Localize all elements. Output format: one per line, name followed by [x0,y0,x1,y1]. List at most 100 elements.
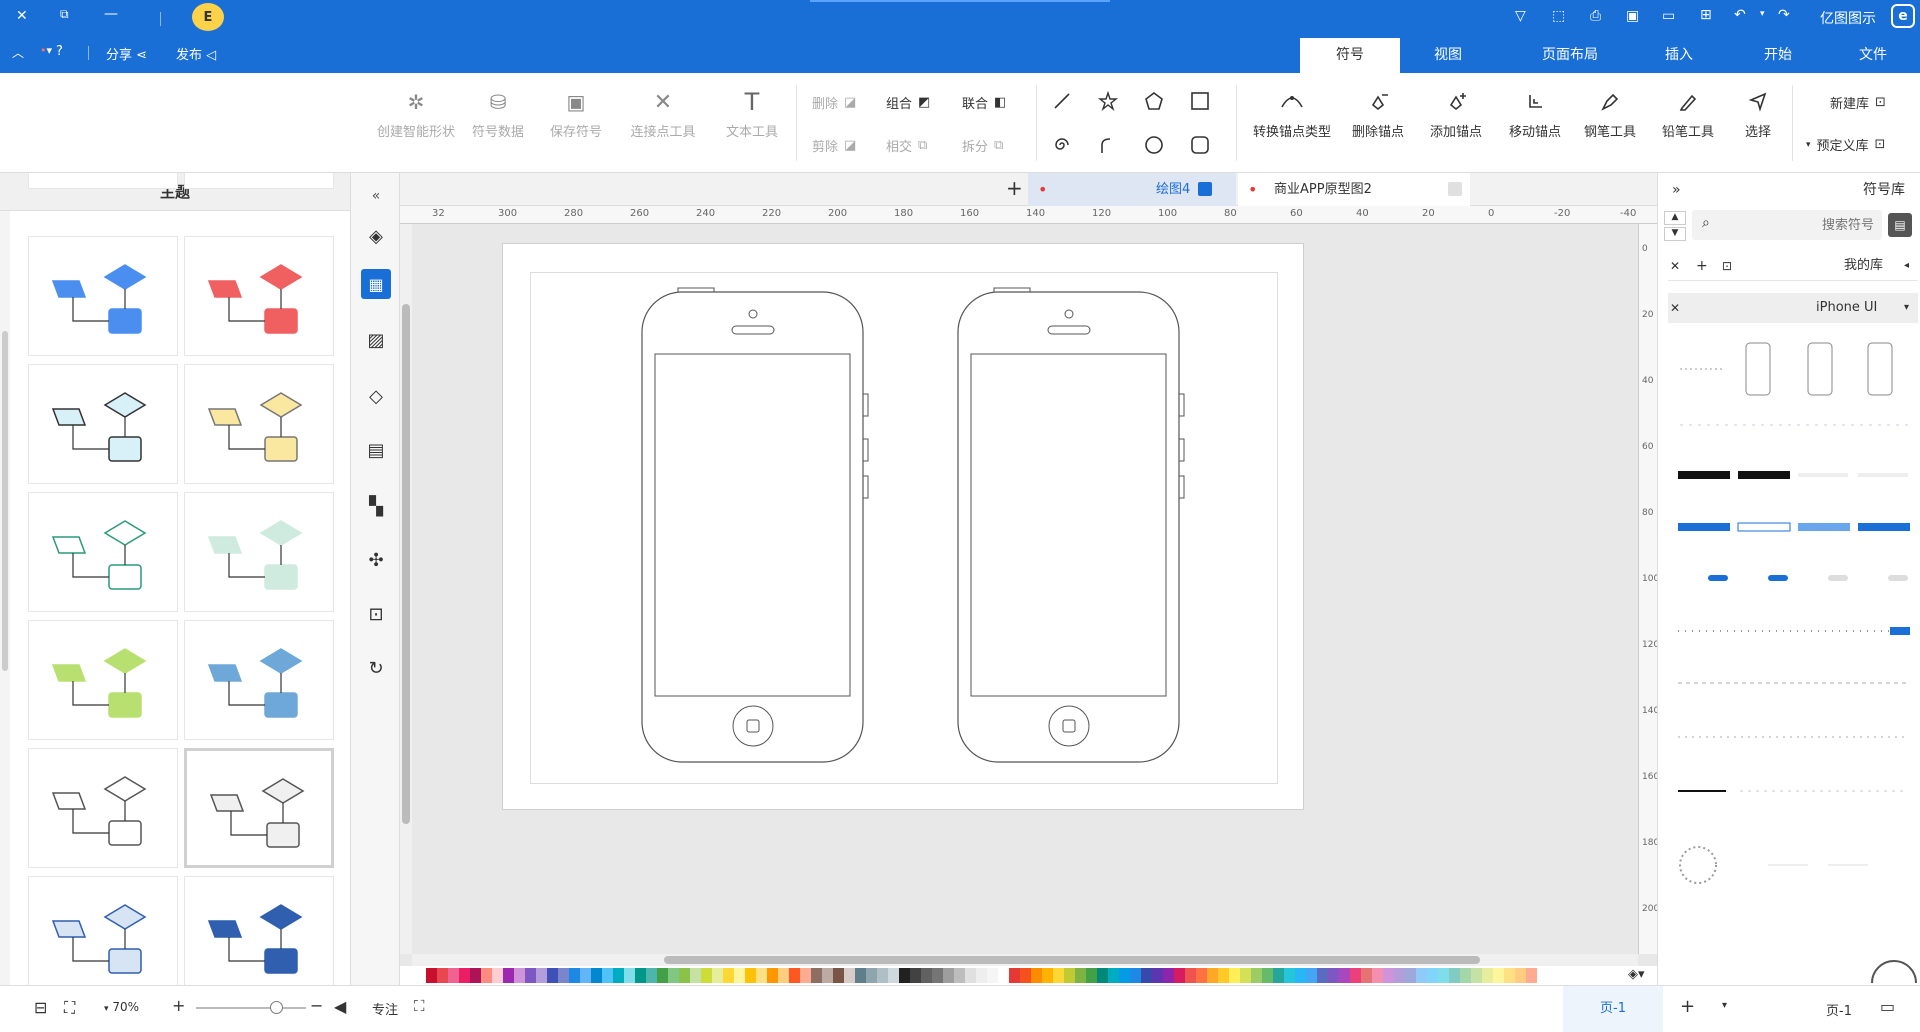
color-swatch[interactable] [833,968,844,983]
split-button[interactable]: 拆分 ⧉ [962,136,1003,155]
color-swatch[interactable] [1284,968,1295,983]
color-swatch[interactable] [1009,968,1020,983]
color-swatch[interactable] [448,968,459,983]
undo-icon[interactable]: ↶ [1734,7,1746,23]
doc-tab-prototype[interactable]: • 商业APP原型图2 [1238,173,1470,206]
color-swatch[interactable] [1339,968,1350,983]
color-swatch[interactable] [987,968,998,983]
color-swatch[interactable] [1163,968,1174,983]
color-swatch[interactable] [822,968,833,983]
color-swatch[interactable] [1504,968,1515,983]
color-swatch[interactable] [1229,968,1240,983]
select-tool-button[interactable]: 选择 [1728,89,1788,140]
color-swatch[interactable] [778,968,789,983]
intersect-button[interactable]: 相交 ⧉ [886,136,927,155]
account-avatar[interactable]: E [192,3,224,31]
theme-card[interactable] [28,492,178,612]
color-swatch[interactable] [701,968,712,983]
zoom-out-button[interactable]: − [310,996,323,1015]
iphone-ui-library-row[interactable]: ✕ iPhone UI ▾ [1668,293,1918,323]
theme-card[interactable] [28,876,178,996]
color-swatch[interactable] [1350,968,1361,983]
color-swatch[interactable] [481,968,492,983]
my-library-row[interactable]: ✕ + ⊡ 我的库 ◂ [1668,251,1918,281]
pencil-tool-button[interactable]: 铅笔工具 [1650,89,1726,140]
undo-dropdown-icon[interactable]: ▾ [1760,9,1765,19]
color-swatch[interactable] [998,968,1009,983]
color-swatch[interactable] [734,968,745,983]
horizontal-scrollbar-thumb[interactable] [664,956,1480,964]
theme-card[interactable] [184,620,334,740]
color-swatch[interactable] [1273,968,1284,983]
color-swatch[interactable] [1108,968,1119,983]
image-icon[interactable]: ▨ [361,325,391,355]
color-swatch[interactable] [635,968,646,983]
restore-window-button[interactable]: ⧉ [60,7,69,22]
color-swatch[interactable] [602,968,613,983]
color-swatch[interactable] [1526,968,1537,983]
move-anchor-button[interactable]: 移动锚点 [1497,89,1573,140]
theme-card[interactable] [184,748,334,868]
page-view-icon[interactable]: ▭ [1880,997,1895,1016]
color-swatch[interactable] [943,968,954,983]
tab-insert[interactable]: 插入 [1646,38,1712,73]
open-icon[interactable]: ▭ [1662,8,1675,24]
color-swatch[interactable] [591,968,602,983]
theme-card[interactable] [28,364,178,484]
new-library-button[interactable]: 新建库 ⊡ [1830,93,1886,112]
color-swatch[interactable] [1460,968,1471,983]
subtract-button[interactable]: 删除 ◪ [812,93,856,112]
color-swatch[interactable] [844,968,855,983]
color-swatch[interactable] [679,968,690,983]
puzzle-icon[interactable]: ▚ [361,491,391,521]
color-swatch[interactable] [1317,968,1328,983]
close-icon[interactable]: ✕ [1670,293,1680,323]
color-swatch[interactable] [1086,968,1097,983]
color-swatch[interactable] [1449,968,1460,983]
circle-shape-icon[interactable] [1144,135,1164,155]
color-swatch[interactable] [1064,968,1075,983]
new-icon[interactable]: ⊞ [1700,7,1712,23]
color-swatch[interactable] [558,968,569,983]
share-button[interactable]: 分享 ⋖ [106,44,147,63]
color-swatch[interactable] [1471,968,1482,983]
color-swatch[interactable] [965,968,976,983]
theme-icon[interactable]: ▦ [361,269,391,299]
theme-card[interactable] [184,173,334,189]
page-tab[interactable]: 页-1 [1563,986,1663,1032]
save-icon[interactable]: ▣ [1626,8,1639,24]
theme-scrollbar-thumb[interactable] [2,331,8,671]
tab-view[interactable]: 视图 [1415,38,1481,73]
color-swatch[interactable] [789,968,800,983]
color-swatch[interactable] [1361,968,1372,983]
color-swatch[interactable] [866,968,877,983]
theme-card[interactable] [184,364,334,484]
color-swatch[interactable] [657,968,668,983]
color-swatch[interactable] [1405,968,1416,983]
color-swatch[interactable] [1130,968,1141,983]
add-tab-button[interactable]: + [1006,176,1023,200]
color-swatch[interactable] [1515,968,1526,983]
color-swatch[interactable] [514,968,525,983]
zoom-slider-handle[interactable] [270,1001,283,1014]
color-swatch[interactable] [1251,968,1262,983]
color-swatch[interactable] [470,968,481,983]
tab-file[interactable]: 文件 [1840,38,1906,73]
layers-icon[interactable]: ◇ [361,381,391,411]
color-swatch[interactable] [1416,968,1427,983]
history-icon[interactable]: ↻ [361,653,391,683]
arc-shape-icon[interactable] [1098,135,1118,155]
color-swatch[interactable] [976,968,987,983]
zoom-in-button[interactable]: + [172,996,185,1015]
help-icon[interactable]: ? [56,44,63,59]
tab-page-layout[interactable]: 页面布局 [1520,38,1620,73]
color-swatch[interactable] [1020,968,1031,983]
color-swatch[interactable] [1152,968,1163,983]
close-window-button[interactable]: ✕ [16,8,28,24]
union-button[interactable]: 联合 ◧ [962,93,1006,112]
color-swatch[interactable] [1482,968,1493,983]
connector-tool-button[interactable]: ✕ 连接点工具 [620,89,706,141]
page-dropdown-icon[interactable]: ▾ [1722,1000,1727,1011]
symbol-data-button[interactable]: ⛁ 符号数据 [460,89,536,140]
redo-icon[interactable]: ↷ [1778,7,1790,23]
